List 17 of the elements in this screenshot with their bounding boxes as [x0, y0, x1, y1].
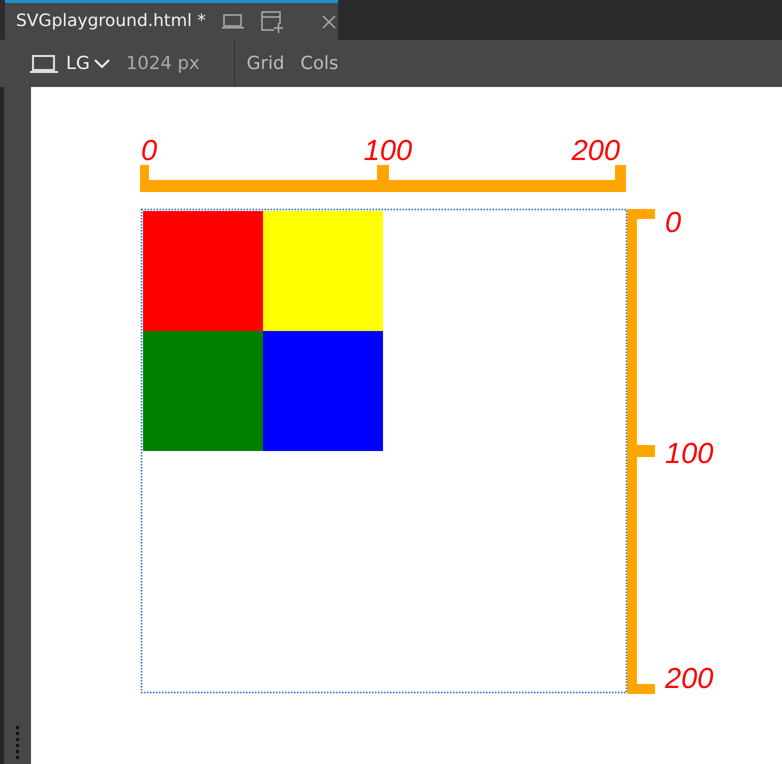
device-dropdown[interactable]: LG	[66, 50, 90, 77]
laptop-icon[interactable]	[222, 14, 244, 30]
drag-handle-icon[interactable]	[16, 726, 19, 760]
toolbar-button[interactable]: Cols	[300, 50, 338, 77]
tick-label: 100	[665, 438, 714, 470]
toolbar-button[interactable]: Grid	[246, 50, 284, 77]
new-window-icon[interactable]	[260, 10, 284, 34]
document-tab[interactable]: SVGplayground.html *	[5, 0, 338, 40]
tick-label: 200	[572, 135, 620, 167]
tick-label: 0	[141, 135, 158, 167]
tick-label: 200	[665, 663, 714, 695]
laptop-icon[interactable]	[30, 54, 58, 74]
tick-label: 0	[665, 207, 682, 239]
chevron-icon[interactable]	[94, 58, 110, 68]
close-icon[interactable]	[322, 14, 336, 28]
tick-label: 100	[364, 135, 412, 167]
width-label: 1024 px	[126, 52, 200, 76]
